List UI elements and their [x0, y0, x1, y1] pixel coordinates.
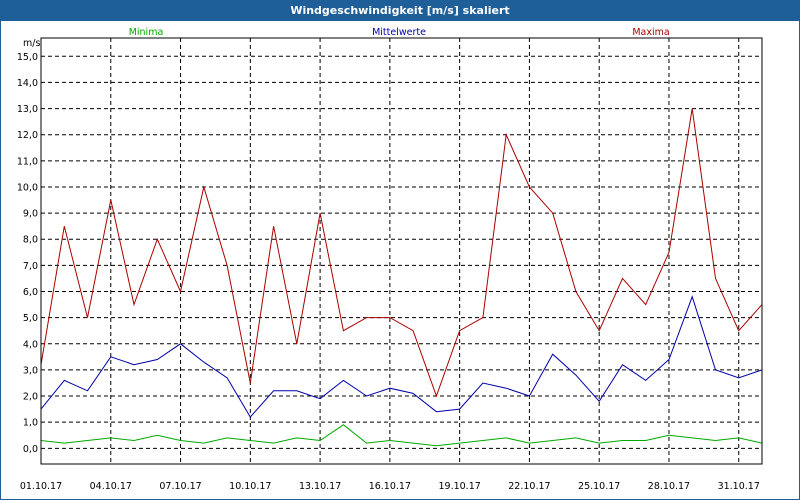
grid [41, 38, 762, 464]
y-tick-label: 0,0 [23, 444, 38, 455]
y-tick-label: 7,0 [23, 261, 38, 272]
legend-mittelwerte: Mittelwerte [372, 27, 426, 38]
y-axis-unit: m/s [23, 38, 40, 49]
y-tick-label: 11,0 [17, 156, 38, 167]
y-tick-label: 15,0 [17, 52, 38, 63]
series-line-mittelwerte [40, 295, 763, 418]
y-tick-label: 14,0 [17, 78, 38, 89]
series-line-maxima [40, 108, 763, 398]
y-tick-label: 1,0 [23, 418, 38, 429]
legend-maxima: Maxima [632, 27, 669, 38]
x-tick-label: 19.10.17 [438, 481, 480, 492]
y-tick-label: 6,0 [23, 287, 38, 298]
chart-window: Windgeschwindigkeit [m/s] skaliert m/s 0… [0, 0, 800, 500]
y-tick-label: 12,0 [17, 130, 38, 141]
y-tick-label: 3,0 [23, 365, 38, 376]
x-tick-label: 07.10.17 [159, 481, 201, 492]
y-tick-label: 4,0 [23, 339, 38, 350]
legend-minima: Minima [129, 27, 164, 38]
x-tick-label: 28.10.17 [648, 481, 690, 492]
chart-title: Windgeschwindigkeit [m/s] skaliert [1, 1, 799, 21]
x-tick-label: 16.10.17 [369, 481, 411, 492]
y-axis-ticks: 0,0 1,0 2,0 3,0 4,0 5,0 6,0 7,0 8,0 9,0 10,0 11,0 12… [17, 52, 38, 455]
y-tick-label: 5,0 [23, 313, 38, 324]
x-tick-label: 22.10.17 [508, 481, 550, 492]
x-tick-label: 04.10.17 [90, 481, 132, 492]
chart-canvas: m/s 0,0 1,0 2,0 3,0 4,0 5,0 6,0 7,0 8,0 9,0 10,0 11… [17, 27, 763, 492]
x-tick-label: 25.10.17 [578, 481, 620, 492]
y-tick-label: 2,0 [23, 392, 38, 403]
x-tick-label: 01.10.17 [20, 481, 62, 492]
series-line-minima [40, 424, 763, 447]
plot-border [40, 37, 763, 465]
y-tick-label: 13,0 [17, 104, 38, 115]
x-tick-label: 13.10.17 [299, 481, 341, 492]
x-tick-label: 31.10.17 [718, 481, 760, 492]
y-tick-label: 9,0 [23, 209, 38, 220]
series [40, 108, 763, 447]
legend: Minima Mittelwerte Maxima [129, 27, 670, 38]
y-tick-label: 10,0 [17, 182, 38, 193]
x-axis-ticks: 01.10.17 04.10.17 07.10.17 10.10.17 13.10.17… [20, 481, 760, 492]
x-tick-label: 10.10.17 [229, 481, 271, 492]
y-tick-label: 8,0 [23, 235, 38, 246]
